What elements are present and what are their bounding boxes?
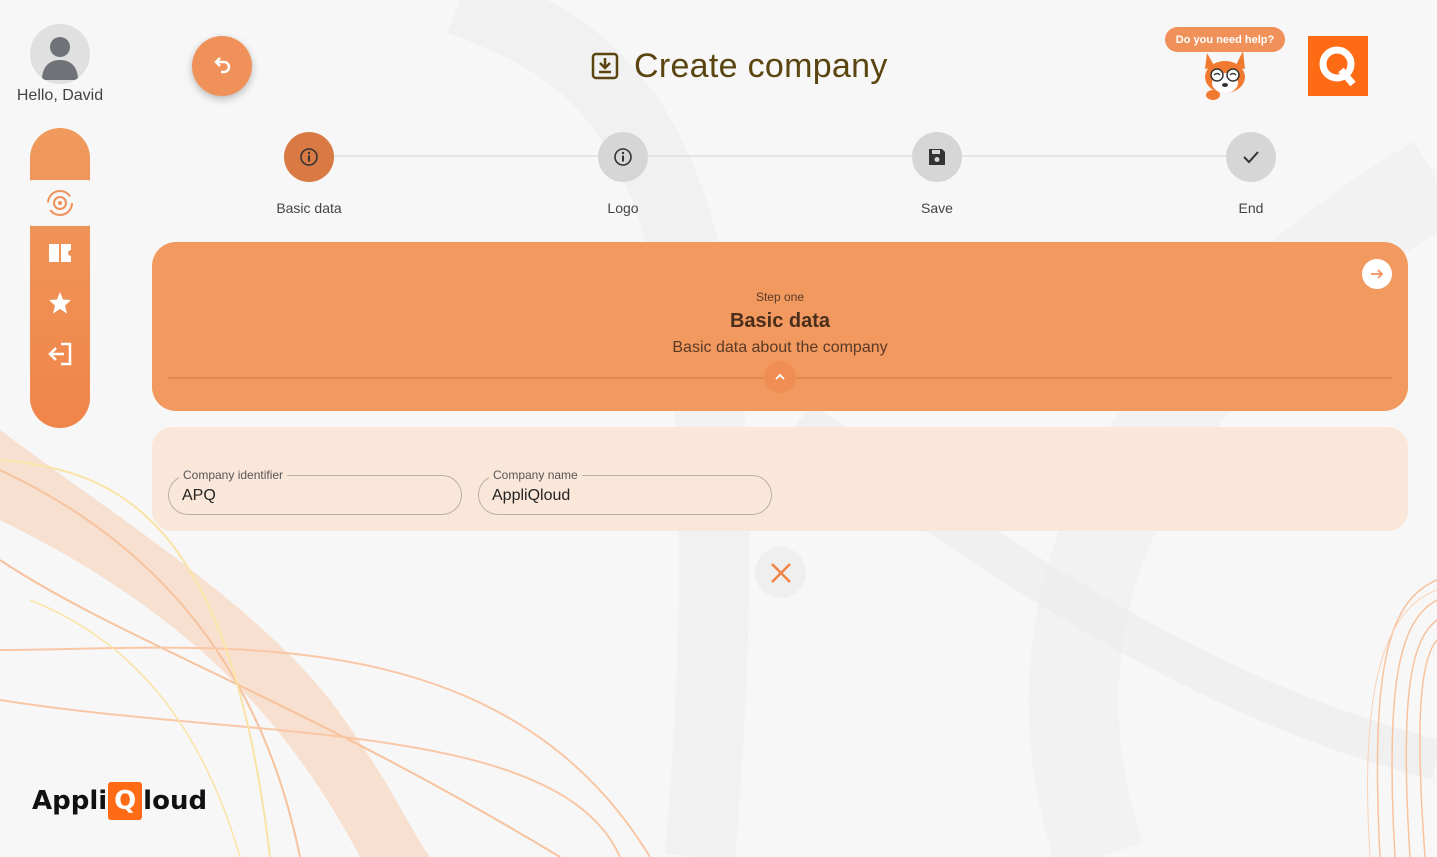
chevron-up-icon bbox=[775, 373, 785, 380]
step-label: Save bbox=[921, 200, 953, 216]
back-button[interactable] bbox=[192, 36, 252, 96]
info-icon bbox=[300, 148, 318, 166]
close-icon bbox=[770, 562, 791, 583]
user-icon bbox=[42, 37, 78, 80]
brand-logo-square bbox=[1308, 36, 1368, 96]
sidebar-item-settings[interactable] bbox=[23, 180, 97, 226]
logout-icon bbox=[48, 342, 72, 366]
sidebar bbox=[23, 128, 97, 428]
step-end[interactable]: End bbox=[1201, 132, 1301, 216]
fox-mascot-icon bbox=[1205, 51, 1245, 100]
save-icon bbox=[929, 149, 945, 165]
step-connector bbox=[334, 155, 598, 157]
collapse-button[interactable] bbox=[764, 361, 796, 393]
step-label: Basic data bbox=[276, 200, 342, 216]
sidebar-item-tickets[interactable] bbox=[30, 231, 90, 275]
logo-q-box: Q bbox=[108, 782, 143, 820]
sidebar-item-logout[interactable] bbox=[30, 332, 90, 376]
arrow-right-icon bbox=[1371, 269, 1384, 279]
step-description: Basic data about the company bbox=[672, 339, 888, 356]
field-label: Company name bbox=[489, 467, 582, 483]
step-circle bbox=[598, 132, 648, 182]
appliqloud-logo: Appli Q loud bbox=[32, 782, 207, 820]
user-profile: Hello, David bbox=[10, 24, 110, 105]
info-icon bbox=[614, 148, 632, 166]
logo-text-prefix: Appli bbox=[32, 786, 108, 816]
user-greeting: Hello, David bbox=[16, 87, 104, 104]
step-circle bbox=[912, 132, 962, 182]
sidebar-item-favorites[interactable] bbox=[30, 281, 90, 325]
step-logo[interactable]: Logo bbox=[573, 132, 673, 216]
company-form: Company identifier Company name bbox=[152, 427, 1408, 531]
company-identifier-field: Company identifier bbox=[168, 467, 462, 515]
step-label: Logo bbox=[607, 200, 639, 216]
company-name-field: Company name bbox=[478, 467, 772, 515]
step-circle bbox=[1226, 132, 1276, 182]
field-label: Company identifier bbox=[179, 467, 288, 483]
page-title: Create company bbox=[634, 46, 888, 85]
check-icon bbox=[1243, 151, 1259, 164]
step-label: End bbox=[1238, 200, 1264, 216]
company-name-input[interactable] bbox=[492, 485, 752, 507]
avatar[interactable] bbox=[30, 24, 90, 84]
undo-icon bbox=[214, 57, 231, 74]
cancel-button[interactable] bbox=[755, 547, 806, 598]
next-step-button[interactable] bbox=[1362, 259, 1392, 289]
step-basic-data[interactable]: Basic data bbox=[259, 132, 359, 216]
settings-sync-icon bbox=[47, 190, 73, 216]
company-identifier-input[interactable] bbox=[182, 485, 442, 507]
step-subtitle: Step one bbox=[755, 290, 805, 304]
step-circle bbox=[284, 132, 334, 182]
page-header: Create company bbox=[590, 44, 888, 88]
q-logo-icon bbox=[1319, 46, 1356, 87]
help-button[interactable]: Do you need help? bbox=[1165, 27, 1287, 101]
step-save[interactable]: Save bbox=[887, 132, 987, 216]
step-connector bbox=[962, 155, 1226, 157]
step-panel: Step one Basic data Basic data about the… bbox=[152, 242, 1408, 411]
step-heading: Basic data bbox=[729, 310, 831, 332]
logo-text-suffix: loud bbox=[143, 786, 208, 816]
save-download-icon bbox=[591, 52, 619, 80]
star-icon bbox=[49, 292, 71, 314]
step-connector bbox=[648, 155, 912, 157]
ticket-icon bbox=[49, 244, 71, 262]
stepper: Basic data Logo Save End bbox=[259, 132, 1301, 222]
